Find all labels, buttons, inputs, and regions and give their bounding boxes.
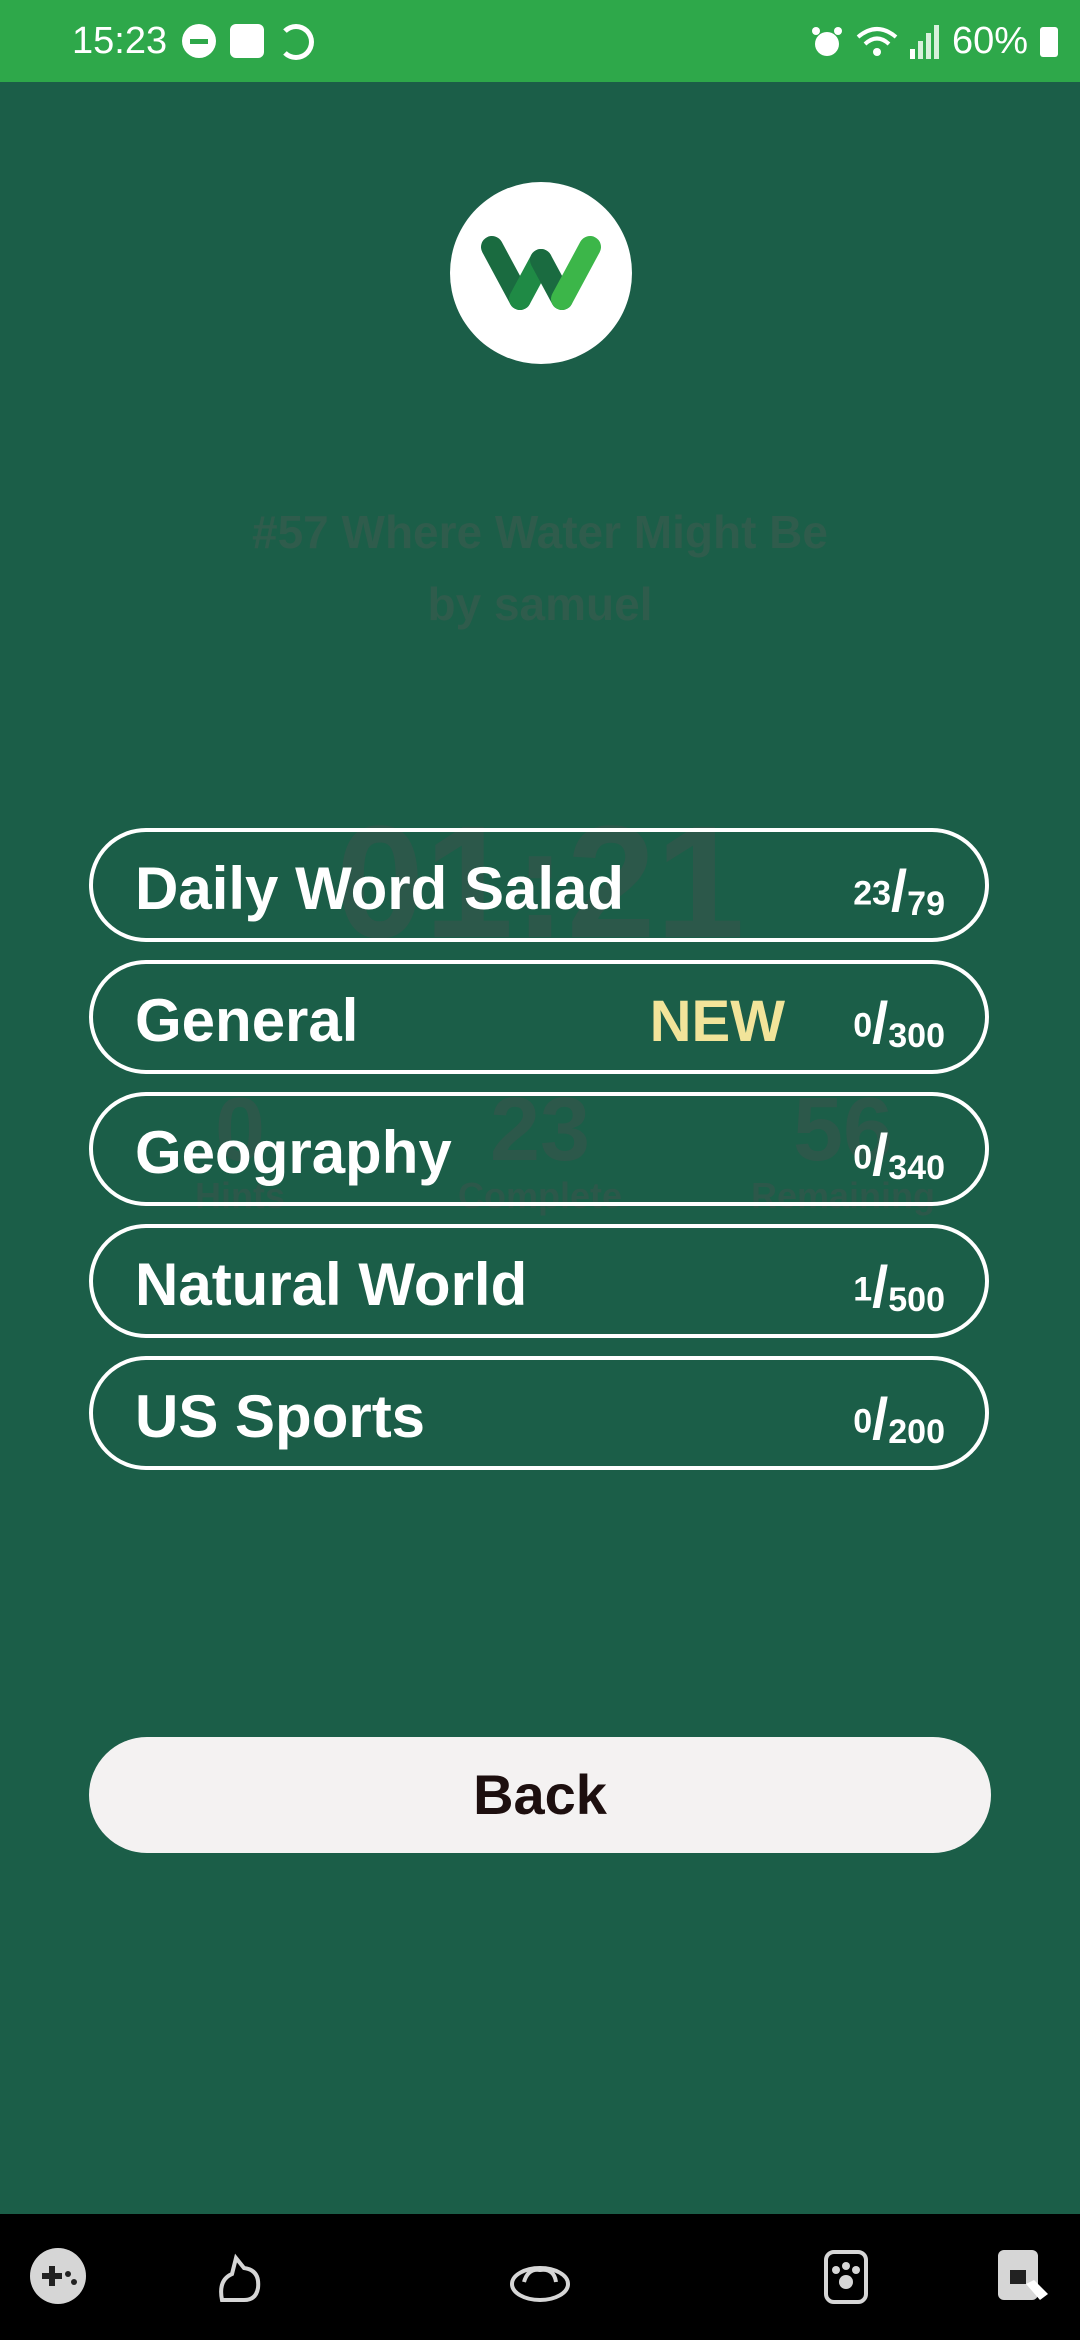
games-icon[interactable] xyxy=(26,2244,90,2308)
battery-icon xyxy=(1040,26,1058,57)
touch-lock-icon[interactable] xyxy=(990,2244,1054,2308)
alarm-icon xyxy=(811,26,842,56)
category-us-sports[interactable]: US Sports 0/200 xyxy=(89,1356,989,1470)
image-icon xyxy=(230,24,264,58)
puzzle-title: #57 Where Water Might Be xyxy=(252,506,828,558)
category-progress: 0/200 xyxy=(853,1387,945,1452)
category-name: Geography xyxy=(135,1119,452,1186)
wifi-icon xyxy=(856,26,898,56)
category-progress: 23/79 xyxy=(853,859,945,924)
cat-icon[interactable] xyxy=(208,2244,272,2308)
category-general[interactable]: General NEW 0/300 xyxy=(89,960,989,1074)
back-button[interactable]: Back xyxy=(89,1737,991,1853)
category-natural-world[interactable]: Natural World 1/500 xyxy=(89,1224,989,1338)
status-bar: 15:23 60% xyxy=(0,0,1080,82)
category-daily-word-salad[interactable]: Daily Word Salad 23/79 xyxy=(89,828,989,942)
do-not-disturb-icon xyxy=(182,24,216,58)
signal-icon xyxy=(909,24,939,59)
bottom-nav-bar xyxy=(0,2214,1080,2340)
category-progress: 1/500 xyxy=(853,1255,945,1320)
category-name: US Sports xyxy=(135,1383,426,1450)
status-time: 15:23 xyxy=(72,20,168,62)
battery-percent: 60% xyxy=(951,20,1028,62)
category-name: General xyxy=(135,987,359,1054)
category-progress: 0/340 xyxy=(853,1123,945,1188)
paw-icon[interactable] xyxy=(814,2244,878,2308)
cat-bed-icon[interactable] xyxy=(508,2244,572,2308)
puzzle-author: by samuel xyxy=(427,578,653,630)
sync-icon xyxy=(278,24,314,60)
app-logo xyxy=(450,182,632,364)
category-name: Natural World xyxy=(135,1251,528,1318)
category-name: Daily Word Salad xyxy=(135,855,625,922)
w-logo-icon xyxy=(481,236,601,310)
new-badge: NEW xyxy=(649,989,785,1054)
category-geography[interactable]: Geography 0/340 xyxy=(89,1092,989,1206)
category-progress: 0/300 xyxy=(853,991,945,1056)
